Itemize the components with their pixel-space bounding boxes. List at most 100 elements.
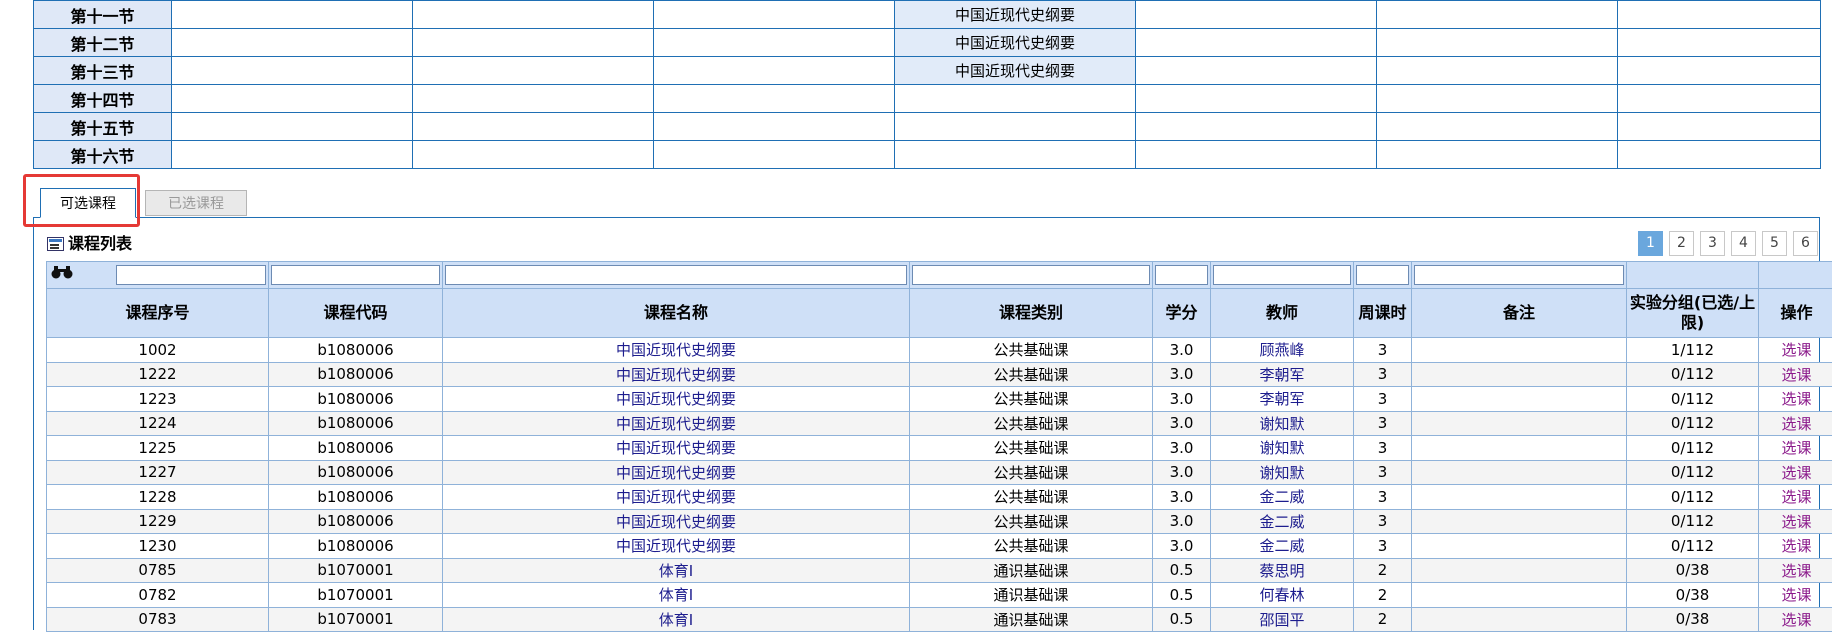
table-cell: 0/112	[1627, 387, 1759, 412]
column-header: 课程类别	[910, 289, 1153, 338]
table-cell: b1080006	[269, 411, 443, 436]
teacher-link[interactable]: 何春林	[1211, 583, 1354, 608]
filter-input[interactable]	[1356, 265, 1409, 285]
course-name-link[interactable]: 中国近现代史纲要	[443, 460, 910, 485]
course-name-link[interactable]: 中国近现代史纲要	[443, 387, 910, 412]
timetable-course-cell[interactable]: 中国近现代史纲要	[895, 57, 1136, 85]
pagination: 123456	[1638, 231, 1818, 256]
table-cell: 0/38	[1627, 607, 1759, 632]
timetable-cell	[654, 113, 895, 141]
timetable-course-cell[interactable]: 中国近现代史纲要	[895, 29, 1136, 57]
select-course-link[interactable]: 选课	[1759, 509, 1832, 534]
page-button-5[interactable]: 5	[1762, 231, 1787, 256]
tab-selected-courses[interactable]: 已选课程	[145, 190, 247, 216]
table-cell: 1223	[47, 387, 269, 412]
course-name-link[interactable]: 中国近现代史纲要	[443, 509, 910, 534]
teacher-link[interactable]: 谢知默	[1211, 460, 1354, 485]
page-button-4[interactable]: 4	[1731, 231, 1756, 256]
select-course-link[interactable]: 选课	[1759, 485, 1832, 510]
teacher-link[interactable]: 李朝军	[1211, 387, 1354, 412]
timetable-cell	[1136, 141, 1377, 169]
select-course-link[interactable]: 选课	[1759, 387, 1832, 412]
table-row: 1230b1080006中国近现代史纲要公共基础课3.0金二威30/112选课	[47, 534, 1832, 559]
course-name-link[interactable]: 中国近现代史纲要	[443, 436, 910, 461]
filter-cell	[1412, 262, 1627, 289]
page-button-6[interactable]: 6	[1793, 231, 1818, 256]
filter-input[interactable]	[1414, 265, 1624, 285]
course-name-link[interactable]: 中国近现代史纲要	[443, 362, 910, 387]
course-name-link[interactable]: 中国近现代史纲要	[443, 534, 910, 559]
filter-input[interactable]	[1155, 265, 1208, 285]
teacher-link[interactable]: 邵国平	[1211, 607, 1354, 632]
select-course-link[interactable]: 选课	[1759, 607, 1832, 632]
timetable-cell	[1618, 113, 1821, 141]
table-cell: 3	[1354, 411, 1412, 436]
teacher-link[interactable]: 顾燕峰	[1211, 338, 1354, 363]
table-cell: 1229	[47, 509, 269, 534]
table-cell: b1080006	[269, 509, 443, 534]
table-row: 1222b1080006中国近现代史纲要公共基础课3.0李朝军30/112选课	[47, 362, 1832, 387]
teacher-link[interactable]: 李朝军	[1211, 362, 1354, 387]
timetable-course-cell[interactable]: 中国近现代史纲要	[895, 1, 1136, 29]
course-name-link[interactable]: 中国近现代史纲要	[443, 485, 910, 510]
teacher-link[interactable]: 金二威	[1211, 509, 1354, 534]
timetable-cell	[895, 141, 1136, 169]
teacher-link[interactable]: 金二威	[1211, 534, 1354, 559]
tab-strip-line	[33, 217, 1820, 218]
timetable-cell	[413, 113, 654, 141]
table-row: 0785b1070001体育I通识基础课0.5蔡思明20/38选课	[47, 558, 1832, 583]
page-button-2[interactable]: 2	[1669, 231, 1694, 256]
column-header: 课程序号	[47, 289, 269, 338]
course-name-link[interactable]: 体育I	[443, 607, 910, 632]
select-course-link[interactable]: 选课	[1759, 460, 1832, 485]
table-cell: 0/112	[1627, 436, 1759, 461]
teacher-link[interactable]: 金二威	[1211, 485, 1354, 510]
teacher-link[interactable]: 谢知默	[1211, 436, 1354, 461]
table-cell: 1224	[47, 411, 269, 436]
table-cell: 0783	[47, 607, 269, 632]
timetable-cell	[1618, 29, 1821, 57]
timetable-cell	[1377, 113, 1618, 141]
timetable-cell	[413, 141, 654, 169]
filter-input[interactable]	[912, 265, 1150, 285]
table-cell: 通识基础课	[910, 607, 1153, 632]
course-name-link[interactable]: 体育I	[443, 558, 910, 583]
select-course-link[interactable]: 选课	[1759, 362, 1832, 387]
table-cell: 1225	[47, 436, 269, 461]
table-cell: 3	[1354, 387, 1412, 412]
course-name-link[interactable]: 中国近现代史纲要	[443, 338, 910, 363]
teacher-link[interactable]: 蔡思明	[1211, 558, 1354, 583]
table-cell: 3	[1354, 362, 1412, 387]
timetable-cell	[172, 85, 413, 113]
table-cell	[1412, 436, 1627, 461]
timetable-cell	[172, 1, 413, 29]
select-course-link[interactable]: 选课	[1759, 558, 1832, 583]
filter-input[interactable]	[445, 265, 907, 285]
table-cell: b1080006	[269, 338, 443, 363]
select-course-link[interactable]: 选课	[1759, 338, 1832, 363]
binoculars-icon[interactable]	[51, 265, 73, 283]
filter-input-seq[interactable]	[116, 265, 266, 285]
table-cell: 公共基础课	[910, 485, 1153, 510]
table-cell: b1080006	[269, 460, 443, 485]
select-course-link[interactable]: 选课	[1759, 436, 1832, 461]
page-button-3[interactable]: 3	[1700, 231, 1725, 256]
select-course-link[interactable]: 选课	[1759, 534, 1832, 559]
filter-input[interactable]	[271, 265, 440, 285]
table-cell: b1080006	[269, 387, 443, 412]
timetable-cell	[413, 85, 654, 113]
table-cell: 公共基础课	[910, 460, 1153, 485]
page-button-1[interactable]: 1	[1638, 231, 1663, 256]
table-cell: b1080006	[269, 436, 443, 461]
course-name-link[interactable]: 中国近现代史纲要	[443, 411, 910, 436]
teacher-link[interactable]: 谢知默	[1211, 411, 1354, 436]
table-cell: 公共基础课	[910, 338, 1153, 363]
filter-input[interactable]	[1213, 265, 1351, 285]
table-cell	[1412, 387, 1627, 412]
tab-available-courses[interactable]: 可选课程	[40, 188, 136, 218]
timetable-cell	[172, 113, 413, 141]
table-cell: 公共基础课	[910, 387, 1153, 412]
course-name-link[interactable]: 体育I	[443, 583, 910, 608]
select-course-link[interactable]: 选课	[1759, 583, 1832, 608]
select-course-link[interactable]: 选课	[1759, 411, 1832, 436]
